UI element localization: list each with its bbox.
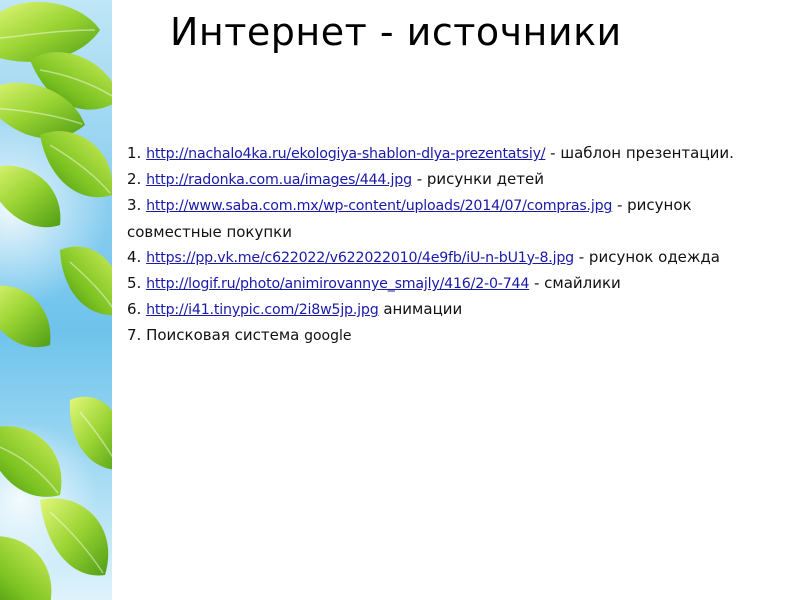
source-link[interactable]: http://radonka.com.ua/images/444.jpg bbox=[146, 172, 412, 188]
item-number: 1. bbox=[127, 144, 142, 162]
item-description: - шаблон презентации. bbox=[550, 144, 734, 162]
list-item: 5. http://logif.ru/photo/animirovannye_s… bbox=[127, 271, 777, 297]
leaf-shape bbox=[0, 165, 61, 228]
source-link[interactable]: https://pp.vk.me/c622022/v622022010/4e9f… bbox=[146, 250, 574, 266]
list-item: 4. https://pp.vk.me/c622022/v622022010/4… bbox=[127, 245, 777, 271]
search-engine-name: google bbox=[304, 328, 352, 345]
item-number: 2. bbox=[127, 170, 142, 189]
leaf-shape bbox=[69, 396, 112, 470]
leaf-shape bbox=[60, 246, 112, 316]
source-link[interactable]: http://www.saba.com.mx/wp-content/upload… bbox=[146, 198, 612, 214]
item-number: 4. bbox=[127, 247, 142, 266]
item-number: 7. bbox=[127, 326, 142, 345]
page-title: Интернет - источники bbox=[170, 10, 622, 54]
list-item: 6. http://i41.tinypic.com/2i8w5jp.jpg ан… bbox=[127, 297, 777, 323]
list-item: 7. Поисковая система google bbox=[127, 323, 777, 349]
item-description: - рисунок одежда bbox=[578, 247, 720, 266]
item-number: 3. bbox=[127, 196, 142, 215]
item-description: - рисунки детей bbox=[416, 170, 544, 189]
leaf-shape bbox=[0, 285, 51, 348]
leaves-illustration bbox=[0, 1, 112, 600]
slide: Интернет - источники 1. http://nachalo4k… bbox=[0, 0, 800, 600]
item-number: 5. bbox=[127, 274, 142, 293]
item-description: анимации bbox=[383, 300, 463, 319]
decorative-leaf-panel bbox=[0, 0, 112, 600]
leaf-shape bbox=[40, 131, 112, 198]
item-text: Поисковая система bbox=[146, 326, 300, 345]
sources-list: 1. http://nachalo4ka.ru/ekologiya-shablo… bbox=[127, 141, 777, 350]
item-number: 6. bbox=[127, 300, 142, 319]
source-link[interactable]: http://nachalo4ka.ru/ekologiya-shablon-d… bbox=[146, 146, 545, 162]
leaf-shape bbox=[0, 536, 52, 600]
list-item: 2. http://radonka.com.ua/images/444.jpg … bbox=[127, 167, 777, 193]
list-item: 1. http://nachalo4ka.ru/ekologiya-shablo… bbox=[127, 141, 777, 167]
list-item: 3. http://www.saba.com.mx/wp-content/upl… bbox=[127, 193, 777, 244]
source-link[interactable]: http://logif.ru/photo/animirovannye_smaj… bbox=[146, 276, 529, 292]
source-link[interactable]: http://i41.tinypic.com/2i8w5jp.jpg bbox=[146, 302, 379, 318]
item-description: - смайлики bbox=[533, 274, 621, 293]
